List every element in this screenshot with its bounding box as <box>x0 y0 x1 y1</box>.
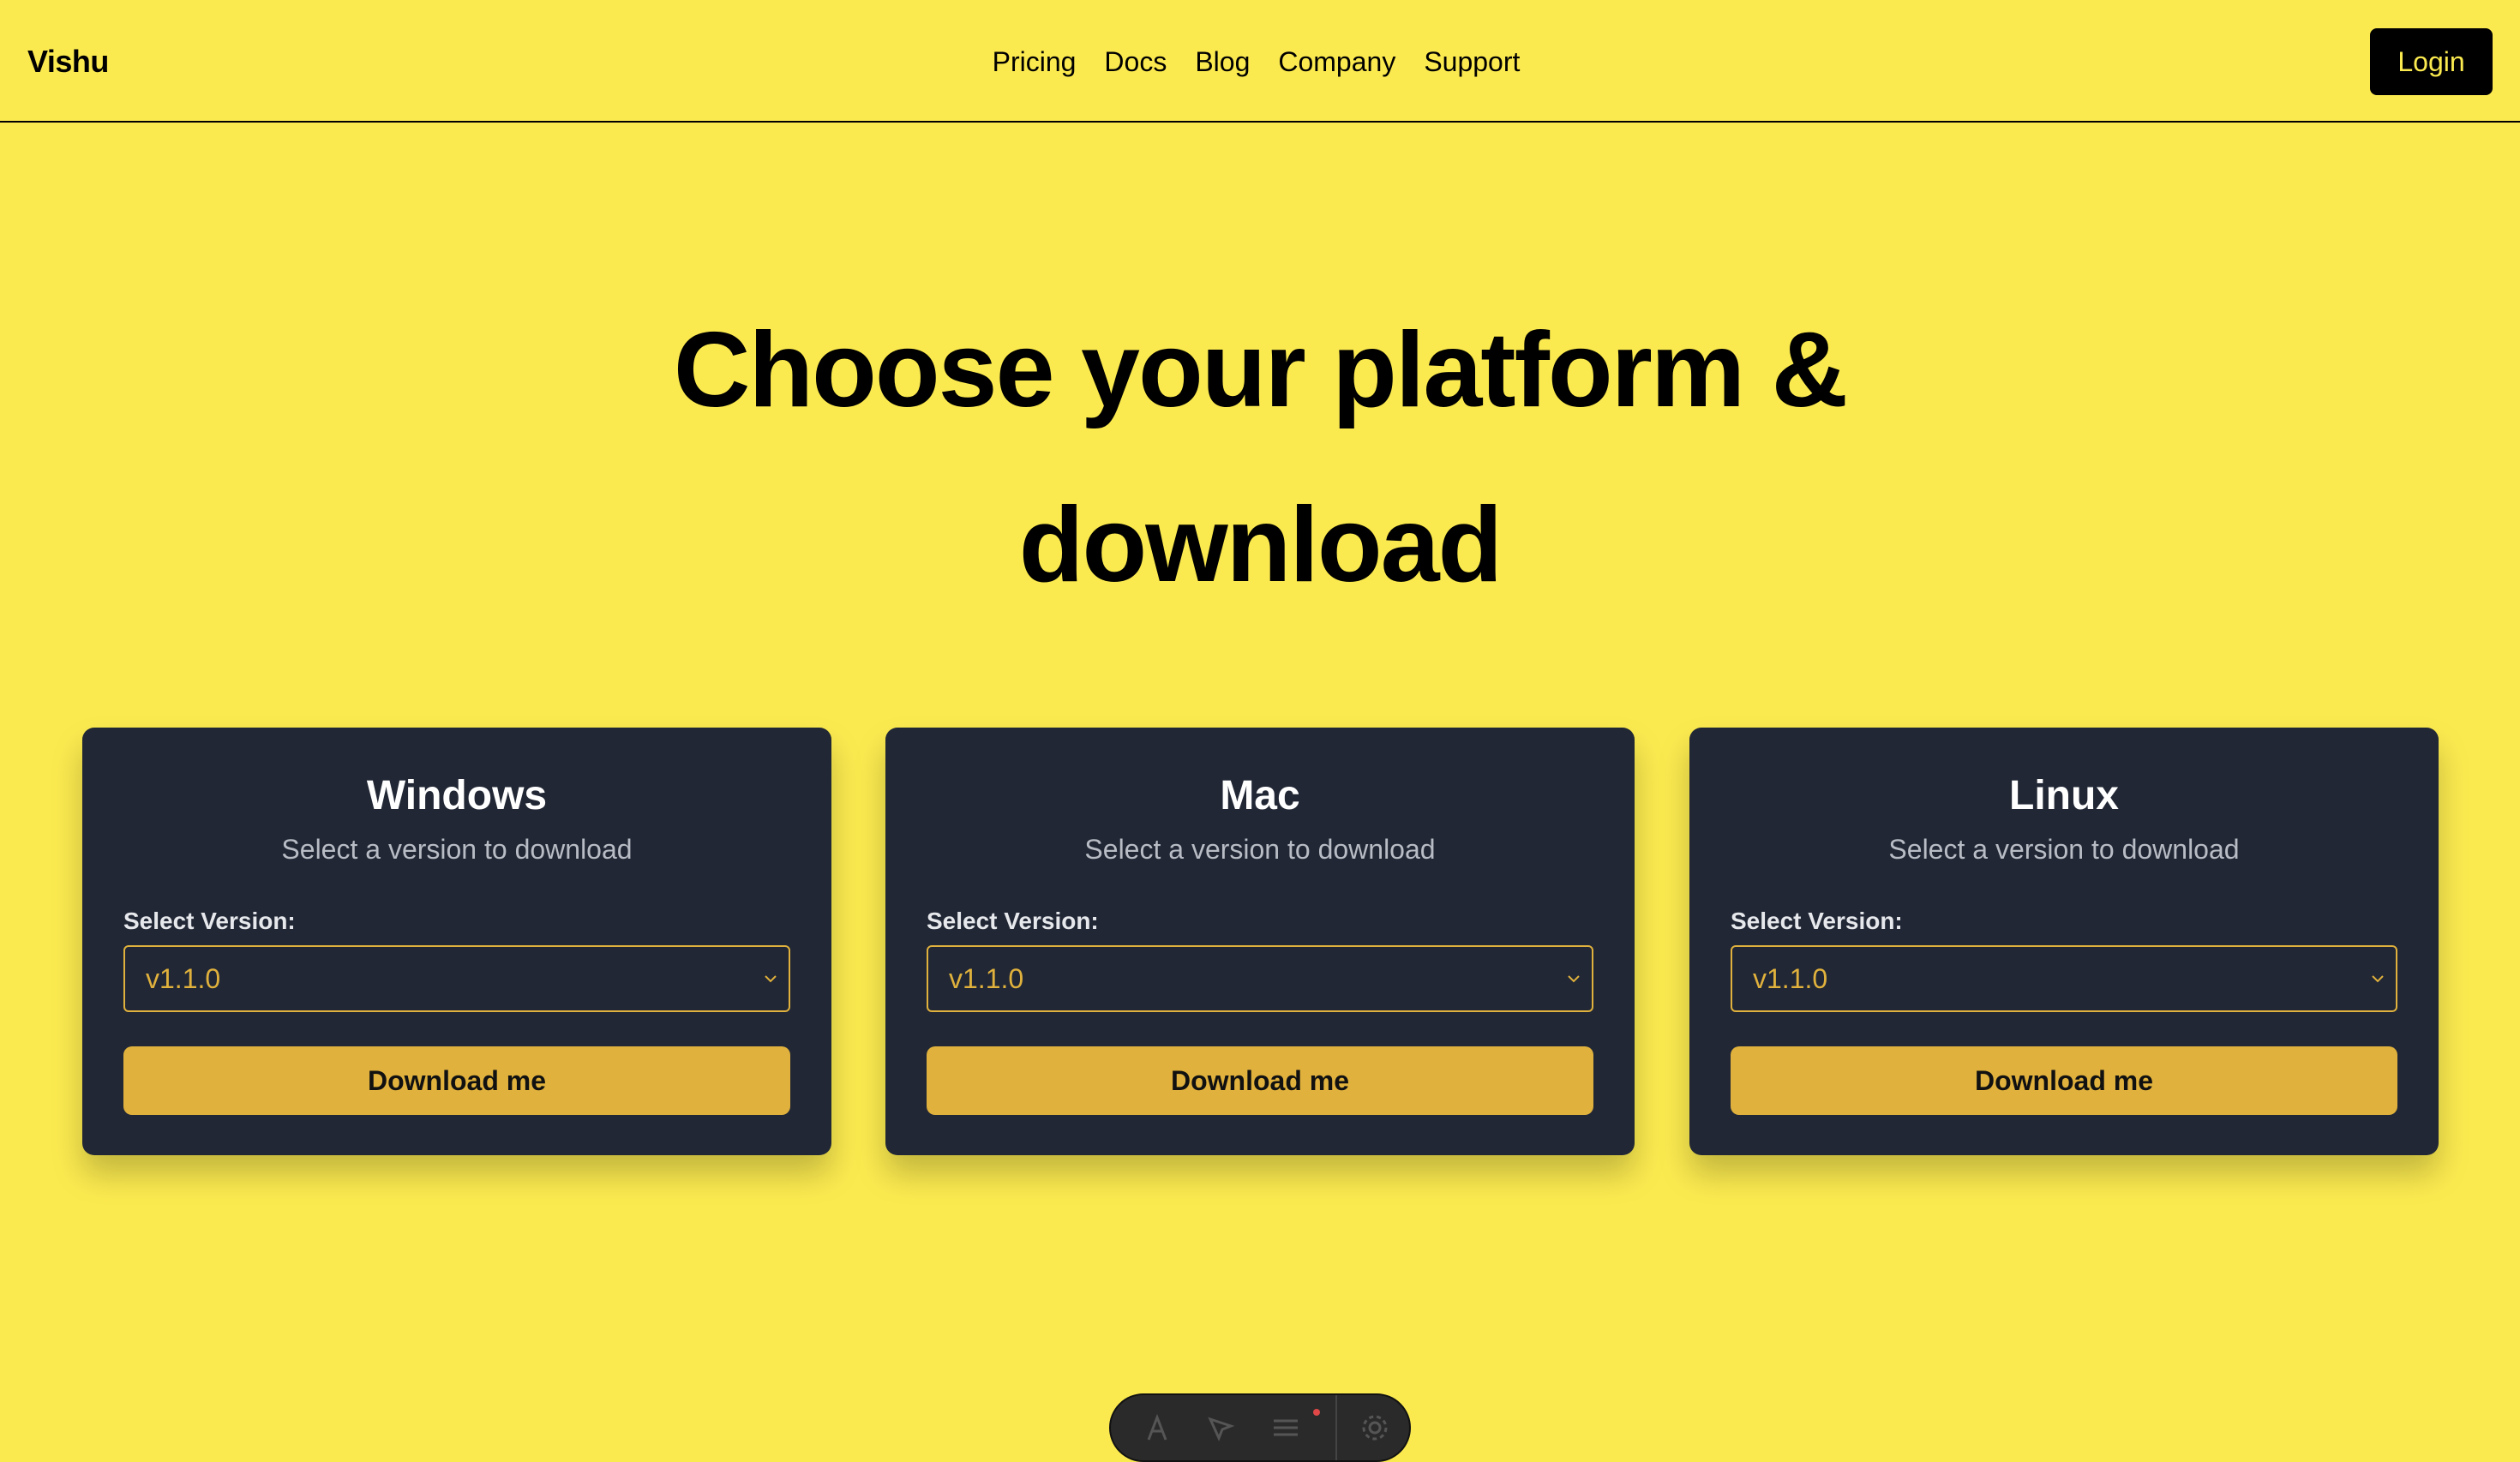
page-title-line-1: Choose your platform & <box>673 311 1848 429</box>
top-navbar: Vishu Pricing Docs Blog Company Support … <box>0 0 2520 123</box>
menu-icon[interactable] <box>1270 1412 1301 1443</box>
platform-subtitle: Select a version to download <box>281 834 633 865</box>
nav-link-docs[interactable]: Docs <box>1104 39 1167 84</box>
version-label: Select Version: <box>1731 908 1903 934</box>
nav-link-company[interactable]: Company <box>1278 39 1395 84</box>
version-select[interactable]: v1.1.0 <box>927 945 1593 1012</box>
version-label: Select Version: <box>123 908 296 934</box>
notification-dot <box>1313 1409 1320 1416</box>
page-title-line-2: download <box>1018 486 1503 604</box>
download-button[interactable]: Download me <box>123 1046 790 1115</box>
text-icon[interactable] <box>1142 1412 1173 1443</box>
chevron-down-icon <box>765 975 777 983</box>
download-button[interactable]: Download me <box>927 1046 1593 1115</box>
download-button[interactable]: Download me <box>1731 1046 2397 1115</box>
login-button[interactable]: Login <box>2370 28 2493 95</box>
nav-link-pricing[interactable]: Pricing <box>993 39 1077 84</box>
version-select-value: v1.1.0 <box>949 963 1024 994</box>
settings-icon[interactable] <box>1359 1412 1390 1443</box>
platform-title: Mac <box>1220 773 1300 818</box>
main-nav: Pricing Docs Blog Company Support <box>0 39 2520 84</box>
version-label: Select Version: <box>927 908 1099 934</box>
platform-title: Windows <box>366 773 548 818</box>
page-title: Choose your platform & download <box>0 283 2520 632</box>
toolbar-divider <box>1335 1395 1337 1460</box>
platform-card-windows: Windows Select a version to download Sel… <box>82 728 831 1155</box>
version-select[interactable]: v1.1.0 <box>123 945 790 1012</box>
platform-subtitle: Select a version to download <box>1084 834 1436 865</box>
version-select[interactable]: v1.1.0 <box>1731 945 2397 1012</box>
platform-card-linux: Linux Select a version to download Selec… <box>1689 728 2439 1155</box>
platform-title: Linux <box>2009 773 2119 818</box>
platform-subtitle: Select a version to download <box>1888 834 2240 865</box>
nav-link-blog[interactable]: Blog <box>1195 39 1250 84</box>
chevron-down-icon <box>2372 975 2384 983</box>
version-select-value: v1.1.0 <box>1753 963 1828 994</box>
nav-link-support[interactable]: Support <box>1424 39 1520 84</box>
cursor-icon[interactable] <box>1205 1412 1236 1443</box>
floating-toolbar <box>1109 1393 1411 1462</box>
version-select-value: v1.1.0 <box>146 963 221 994</box>
platform-card-mac: Mac Select a version to download Select … <box>885 728 1635 1155</box>
chevron-down-icon <box>1568 975 1580 983</box>
